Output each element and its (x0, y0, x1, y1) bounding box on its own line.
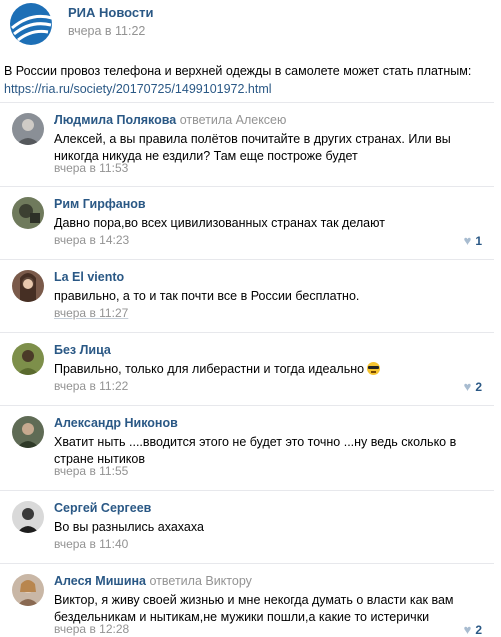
comment-text: Во вы разнылись ахахаха (54, 520, 204, 534)
comment-header: Алеся Мишина ответила Виктору (54, 574, 252, 588)
comment-author[interactable]: Александр Никонов (54, 416, 178, 430)
comment-reply-to[interactable]: ответила Виктору (150, 574, 252, 588)
comment-author[interactable]: Людмила Полякова (54, 113, 176, 127)
avatar[interactable] (12, 574, 44, 606)
like-count: 2 (475, 379, 482, 394)
comment-header: Рим Гирфанов (54, 197, 146, 211)
comment-reply-to[interactable]: ответила Алексею (180, 113, 287, 127)
like-count: 2 (475, 622, 482, 637)
avatar[interactable] (12, 197, 44, 229)
comment-item: Рим Гирфанов Давно пора,во всех цивилизо… (0, 186, 494, 249)
comment-text: Давно пора,во всех цивилизованных страна… (54, 216, 385, 230)
comment-date[interactable]: вчера в 11:55 (54, 464, 128, 478)
comment-header: Людмила Полякова ответила Алексею (54, 113, 286, 127)
post-text: В России провоз телефона и верхней одежд… (4, 62, 501, 98)
like-button[interactable]: ♥ 2 (464, 379, 482, 394)
comment-date[interactable]: вчера в 11:27 (54, 306, 128, 320)
comment-item: Без Лица Правильно, только для либерастн… (0, 332, 494, 395)
comment-date[interactable]: вчера в 14:23 (54, 233, 129, 247)
avatar[interactable] (12, 501, 44, 533)
comment-text: Хватит ныть ....вводится этого не будет … (54, 435, 457, 466)
avatar[interactable] (12, 113, 44, 145)
comment-item: Александр Никонов Хватит ныть ....вводит… (0, 405, 494, 481)
ria-novosti-logo[interactable] (6, 2, 56, 46)
comment-date[interactable]: вчера в 11:53 (54, 161, 128, 175)
comment-date[interactable]: вчера в 11:22 (54, 379, 128, 393)
comment-text-body: Правильно, только для либерастни и тогда… (54, 362, 365, 376)
comment-item: Сергей Сергеев Во вы разнылись ахахаха в… (0, 490, 494, 553)
comment-author[interactable]: Сергей Сергеев (54, 501, 151, 515)
comment-text: Виктор, я живу своей жизнью и мне некогд… (54, 593, 454, 624)
comment-date[interactable]: вчера в 11:40 (54, 537, 128, 551)
comment-item: La El viento правильно, а то и так почти… (0, 259, 494, 322)
comment-text: Правильно, только для либерастни и тогда… (54, 361, 484, 378)
heart-icon: ♥ (463, 233, 472, 248)
like-count: 1 (475, 233, 482, 248)
avatar[interactable] (12, 343, 44, 375)
comment-text: Алексей, а вы правила полётов почитайте … (54, 132, 451, 163)
heart-icon: ♥ (463, 379, 472, 394)
post-text-body: В России провоз телефона и верхней одежд… (4, 64, 472, 78)
comment-text: правильно, а то и так почти все в России… (54, 289, 360, 303)
post-header: РИА Новости вчера в 11:22 (0, 0, 501, 52)
comment-date[interactable]: вчера в 12:28 (54, 622, 129, 636)
post-date[interactable]: вчера в 11:22 (68, 24, 145, 38)
comment-author[interactable]: Рим Гирфанов (54, 197, 146, 211)
comment-item: Людмила Полякова ответила Алексею Алексе… (0, 102, 494, 178)
comment-header: Александр Никонов (54, 416, 178, 430)
post-link[interactable]: https://ria.ru/society/20170725/14991019… (4, 80, 501, 98)
avatar[interactable] (12, 416, 44, 448)
comment-item: Алеся Мишина ответила Виктору Виктор, я … (0, 563, 494, 637)
comment-author[interactable]: Алеся Мишина (54, 574, 146, 588)
sunglasses-emoji-icon (367, 362, 381, 375)
wall-post: РИА Новости вчера в 11:22 В России прово… (0, 0, 501, 637)
comment-header: La El viento (54, 270, 124, 284)
comment-header: Без Лица (54, 343, 111, 357)
comment-header: Сергей Сергеев (54, 501, 151, 515)
post-author[interactable]: РИА Новости (68, 5, 154, 20)
comment-author[interactable]: La El viento (54, 270, 124, 284)
like-button[interactable]: ♥ 1 (464, 233, 482, 248)
comment-author[interactable]: Без Лица (54, 343, 111, 357)
avatar[interactable] (12, 270, 44, 302)
